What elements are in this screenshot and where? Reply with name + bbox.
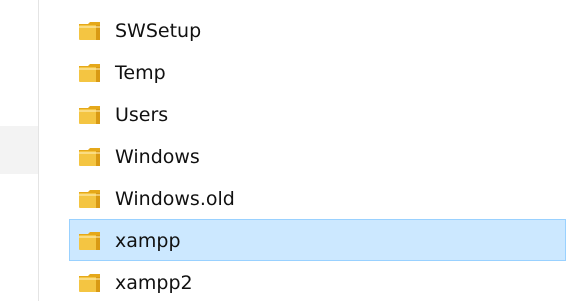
folder-icon <box>78 230 104 252</box>
file-name: Temp <box>115 62 166 84</box>
folder-icon <box>78 20 104 42</box>
file-name: SWSetup <box>115 20 202 42</box>
file-name: xampp2 <box>115 272 193 294</box>
navigation-pane-divider[interactable] <box>38 0 39 301</box>
folder-icon <box>78 146 104 168</box>
file-name: Windows.old <box>115 188 235 210</box>
folder-icon <box>78 188 104 210</box>
file-name: xampp <box>115 230 181 252</box>
file-name: Users <box>115 104 169 126</box>
folder-icon <box>78 272 104 294</box>
file-row-windows-old[interactable]: Windows.old <box>69 177 566 219</box>
file-row-windows[interactable]: Windows <box>69 135 566 177</box>
file-row-temp[interactable]: Temp <box>69 51 566 93</box>
file-row-swsetup[interactable]: SWSetup <box>69 9 566 51</box>
file-row-users[interactable]: Users <box>69 93 566 135</box>
file-name: Windows <box>115 146 200 168</box>
file-row-xampp2[interactable]: xampp2 <box>69 261 566 303</box>
navigation-pane-edge <box>0 126 38 174</box>
file-row-xampp[interactable]: xampp <box>69 219 566 261</box>
folder-icon <box>78 104 104 126</box>
folder-icon <box>78 62 104 84</box>
file-list: SWSetup Temp Users Windows Windows.old x… <box>69 9 566 303</box>
